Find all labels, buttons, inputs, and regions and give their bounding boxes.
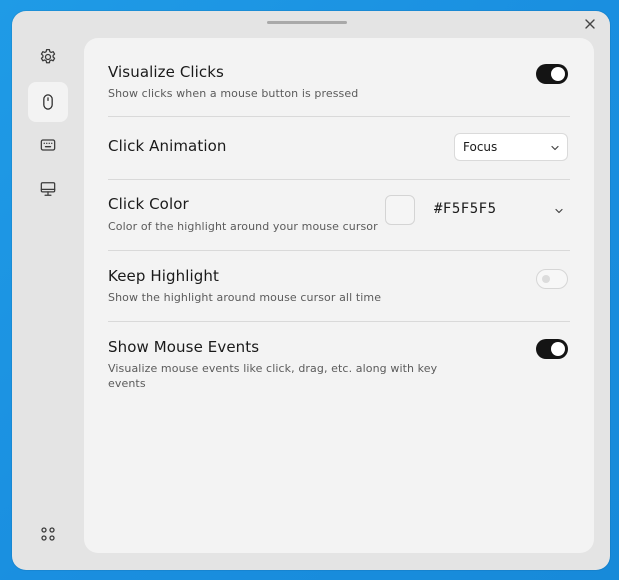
mouse-icon: [43, 94, 53, 110]
gear-icon: [40, 49, 56, 64]
toggle-knob: [551, 342, 565, 356]
show-mouse-events-toggle[interactable]: [536, 339, 568, 359]
setting-description: Show the highlight around mouse cursor a…: [108, 291, 382, 304]
color-hex-value[interactable]: #F5F5F5: [434, 201, 497, 217]
sidebar-item-mouse[interactable]: [28, 82, 68, 122]
setting-title: Click Color: [108, 195, 189, 213]
monitor-icon: [40, 182, 56, 196]
toggle-knob: [551, 67, 565, 81]
setting-title: Click Animation: [108, 137, 227, 155]
divider: [108, 250, 570, 251]
sidebar-item-display[interactable]: [28, 169, 68, 209]
setting-title: Show Mouse Events: [108, 338, 260, 356]
setting-click-animation: Click Animation Focus: [108, 133, 570, 163]
toggle-knob: [542, 275, 550, 283]
window-drag-handle[interactable]: [267, 21, 347, 24]
close-icon: [585, 19, 595, 29]
setting-title: Visualize Clicks: [108, 63, 224, 81]
visualize-clicks-toggle[interactable]: [536, 64, 568, 84]
sidebar-item-settings[interactable]: [28, 37, 68, 77]
setting-description: Color of the highlight around your mouse…: [108, 220, 378, 233]
divider: [108, 321, 570, 322]
apps-grid-button[interactable]: [28, 514, 68, 554]
setting-keep-highlight: Keep Highlight Show the highlight around…: [108, 267, 570, 307]
keep-highlight-toggle[interactable]: [536, 269, 568, 289]
setting-visualize-clicks: Visualize Clicks Show clicks when a mous…: [108, 63, 570, 103]
color-swatch[interactable]: [385, 195, 415, 225]
setting-show-mouse-events: Show Mouse Events Visualize mouse events…: [108, 338, 570, 394]
sidebar-item-keyboard[interactable]: [28, 125, 68, 165]
setting-click-color: Click Color Color of the highlight aroun…: [108, 195, 570, 235]
keyboard-icon: [40, 139, 56, 151]
close-button[interactable]: [581, 15, 599, 33]
setting-description: Visualize mouse events like click, drag,…: [108, 362, 438, 390]
apps-grid-icon: [41, 527, 55, 541]
setting-title: Keep Highlight: [108, 267, 219, 285]
divider: [108, 116, 570, 117]
settings-panel: Visualize Clicks Show clicks when a mous…: [84, 38, 594, 553]
click-animation-value: Focus: [463, 140, 498, 154]
divider: [108, 179, 570, 180]
chevron-down-icon[interactable]: [553, 205, 565, 217]
chevron-down-icon: [551, 145, 559, 151]
click-animation-select[interactable]: Focus: [454, 133, 568, 161]
setting-description: Show clicks when a mouse button is press…: [108, 87, 359, 100]
settings-window: Visualize Clicks Show clicks when a mous…: [12, 11, 610, 570]
